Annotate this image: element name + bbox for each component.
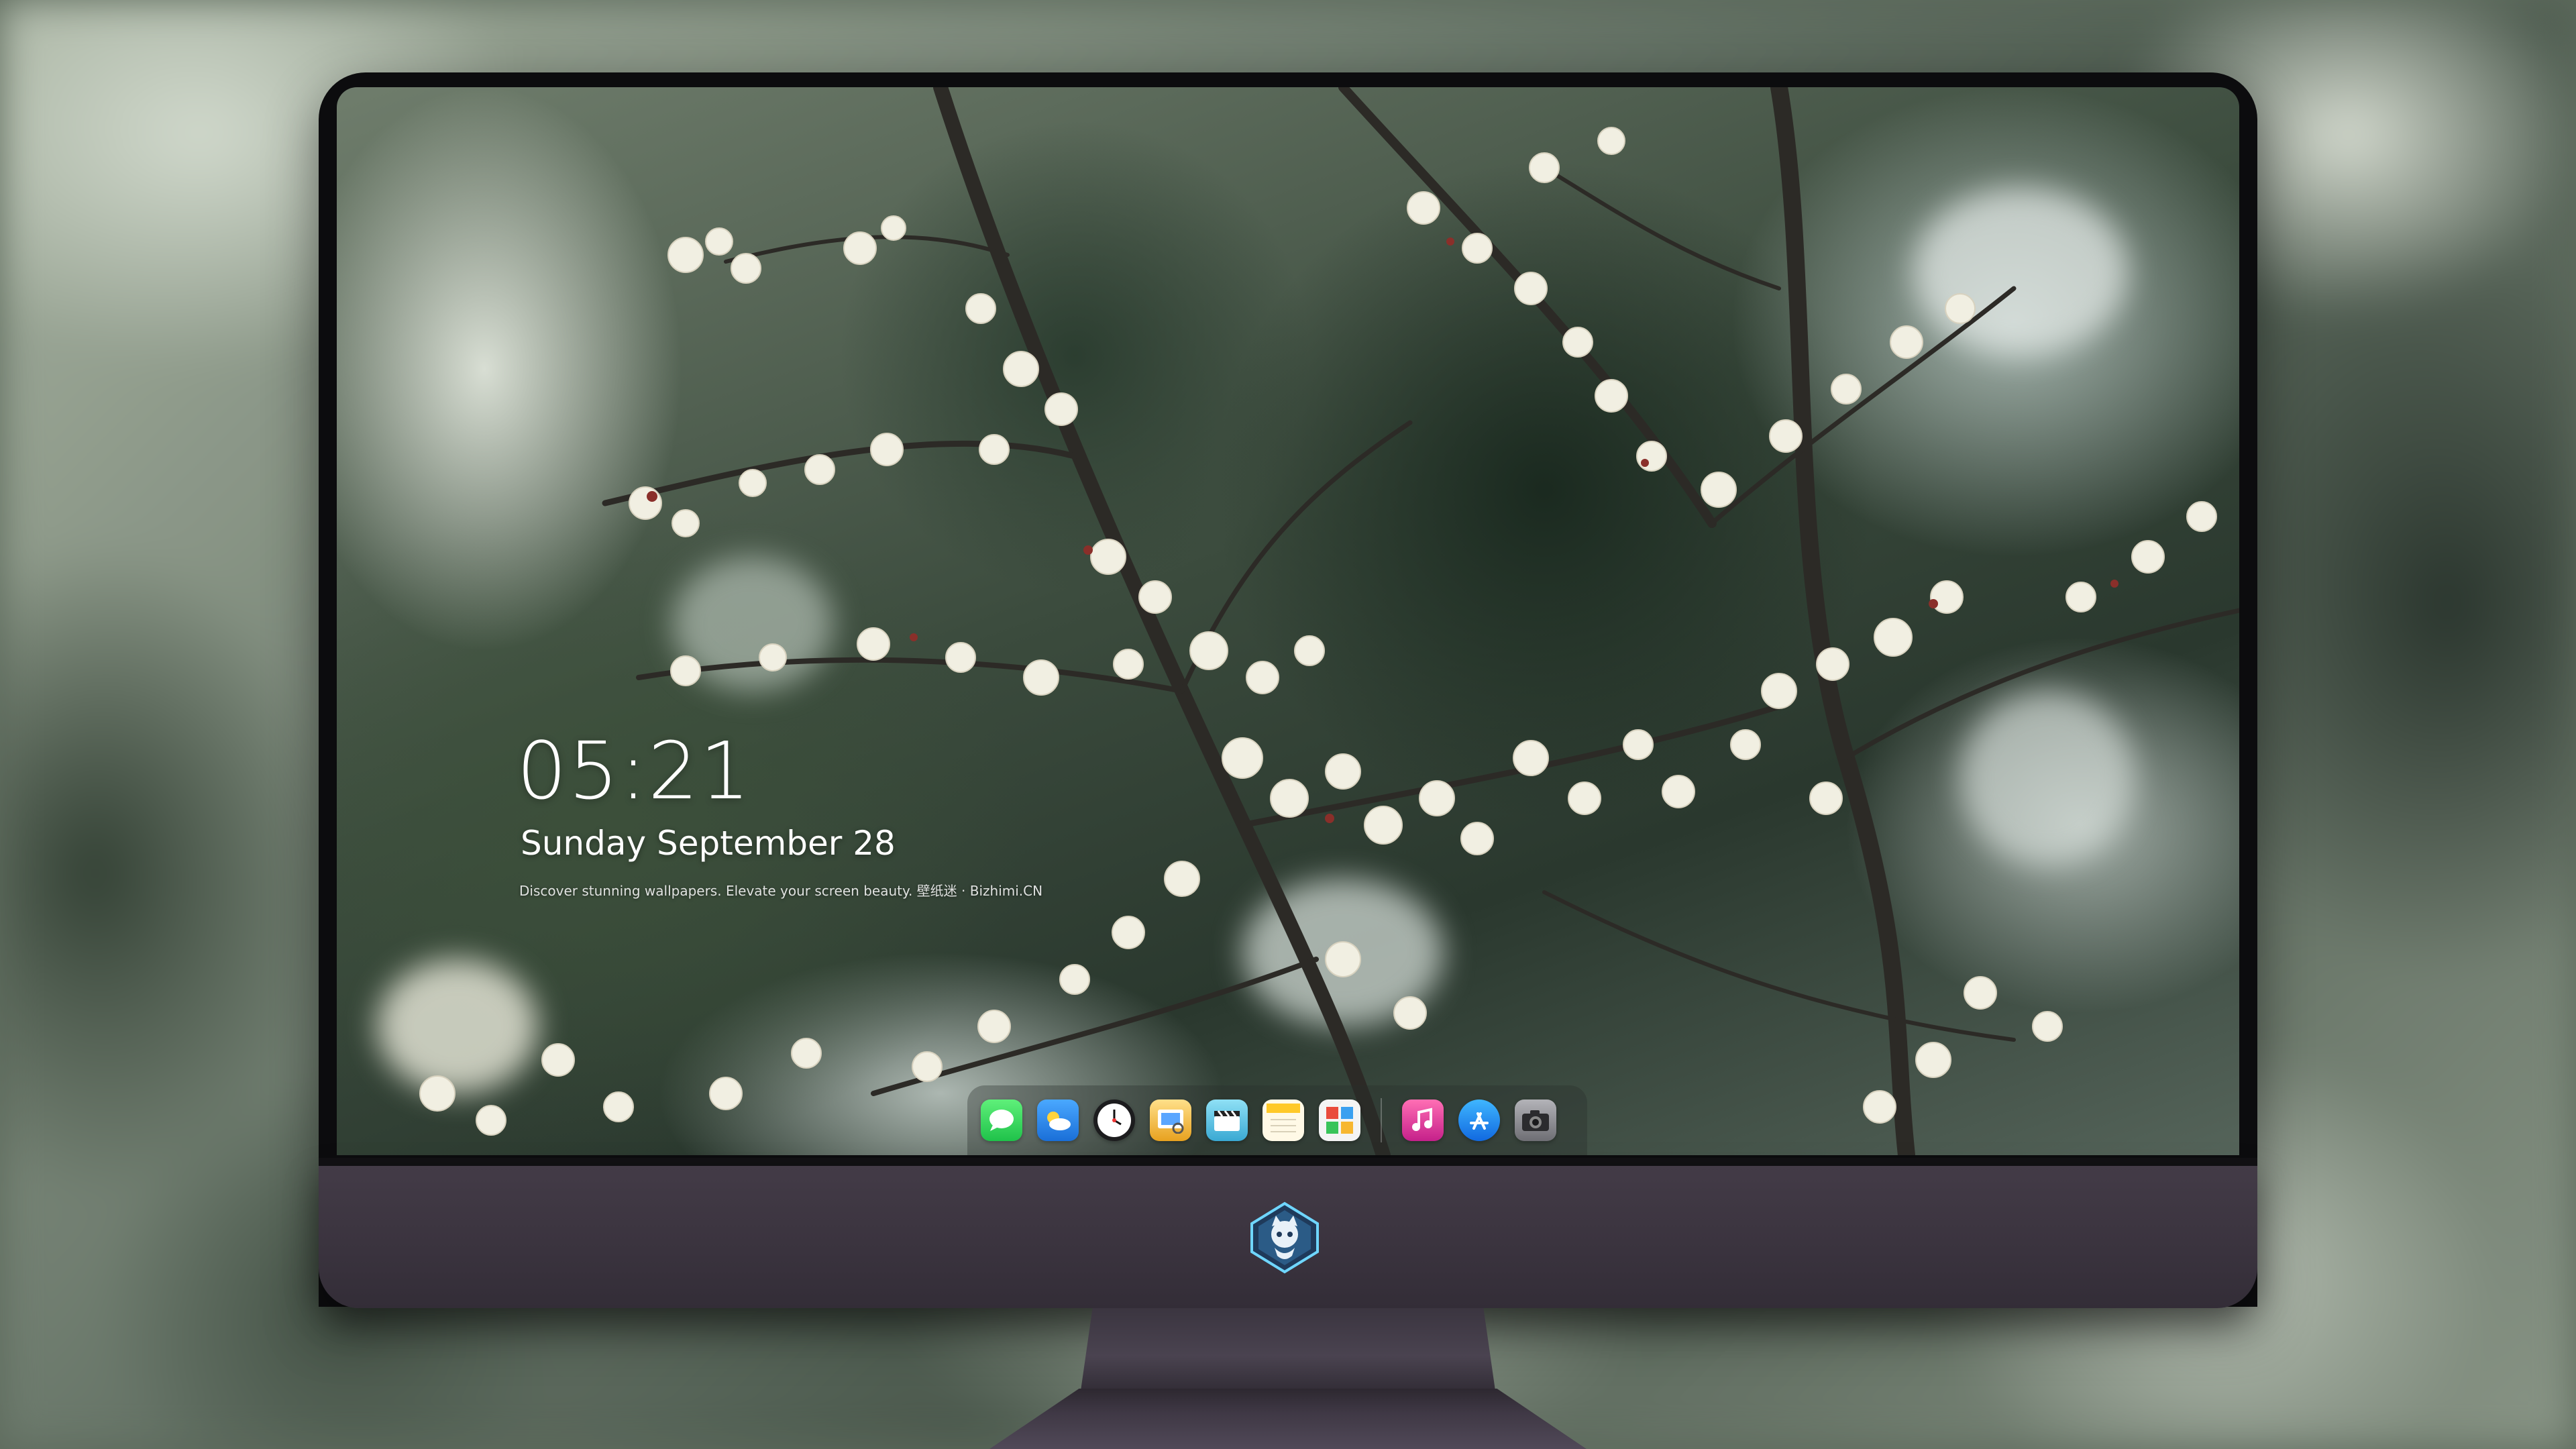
- monitor-stand-base: [989, 1389, 1587, 1449]
- music-icon[interactable]: [1402, 1099, 1444, 1141]
- app-store-icon[interactable]: [1458, 1099, 1500, 1141]
- monitor-stand-neck: [1080, 1308, 1496, 1395]
- desktop-screen: 05:21 Sunday September 28 Discover stunn…: [337, 87, 2239, 1155]
- dock: [967, 1085, 1587, 1155]
- photo-collage-icon[interactable]: [1319, 1099, 1360, 1141]
- lock-time: 05:21: [517, 724, 752, 817]
- preview-icon[interactable]: [1150, 1099, 1191, 1141]
- weather-icon[interactable]: [1037, 1099, 1079, 1141]
- brand-logo-icon: [1250, 1201, 1319, 1274]
- notes-icon[interactable]: [1263, 1099, 1304, 1141]
- lock-date: Sunday September 28: [521, 824, 896, 863]
- camera-icon[interactable]: [1515, 1099, 1556, 1141]
- dock-separator: [1381, 1098, 1382, 1142]
- clock-icon[interactable]: [1093, 1099, 1135, 1141]
- messages-icon[interactable]: [981, 1099, 1022, 1141]
- clapperboard-icon[interactable]: [1206, 1099, 1248, 1141]
- wallpaper-tagline: Discover stunning wallpapers. Elevate yo…: [519, 883, 1043, 899]
- blossom-branches: [419, 87, 2239, 1155]
